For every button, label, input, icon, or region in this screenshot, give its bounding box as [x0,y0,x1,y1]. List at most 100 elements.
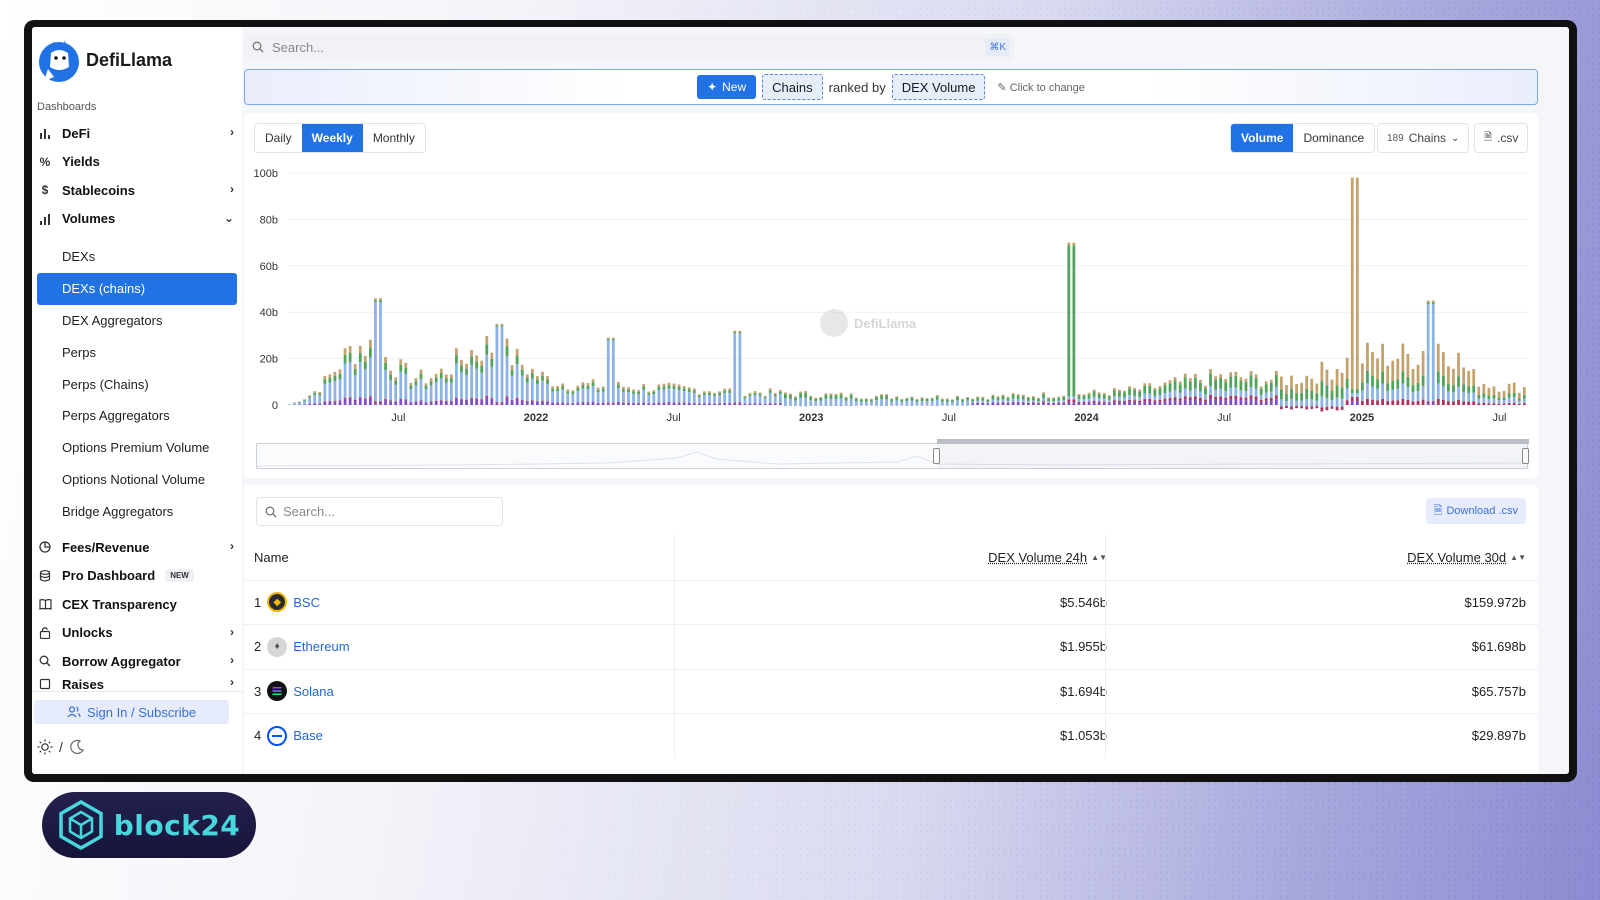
sidebar-item-raises[interactable]: Raises › [32,676,242,690]
bar-segment-base [1436,398,1440,405]
bar-segment-ethereum [399,371,403,400]
submenu-item-dexs-chains[interactable]: DEXs (chains) [37,272,237,305]
bar-segment-other [1259,401,1263,405]
bar-segment-bsc [530,368,534,374]
range-window[interactable] [937,439,1529,469]
bar-segment-solana [682,388,686,392]
metric-dex-volume-selector[interactable]: DEX Volume [891,74,986,100]
chevron-right-icon: › [230,675,234,689]
bar-segment-solana [1280,389,1283,400]
submenu-item-options-premium[interactable]: Options Premium Volume [37,432,237,464]
theme-toggle[interactable]: / [37,739,85,755]
bar-segment-ethereum [460,372,463,400]
bar-segment-ethereum [379,302,382,402]
chain-link[interactable]: Ethereum [293,639,349,654]
bar-segment-solana [1047,398,1050,402]
bar-segment-other [1097,402,1101,405]
sidebar-item-cex-transparency[interactable]: CEX Transparency [32,590,242,619]
sidebar-item-unlocks[interactable]: Unlocks › [32,619,242,648]
table-search-input[interactable]: Search... [256,497,503,526]
logo[interactable]: DefiLlama [38,37,172,83]
sidebar-item-defi[interactable]: DeFi › [32,119,242,148]
chain-link[interactable]: Base [293,728,323,743]
row-rank: 4 [254,728,262,744]
bar-segment-ethereum [490,366,494,399]
submenu-item-dexs[interactable]: DEXs [37,241,237,273]
bar-segment-bsc [606,337,610,339]
bar-segment-other [996,402,1000,405]
bar-segment-base [1290,406,1293,410]
bar-segment-bsc [1057,396,1061,398]
sun-icon[interactable] [37,739,53,755]
range-handle-left[interactable] [933,448,940,464]
bar-segment-ethereum [419,379,423,401]
bar-segment-solana [455,355,458,364]
bar-segment-other [353,400,357,405]
bar-segment-ethereum [1472,392,1476,402]
volume-chart[interactable]: 020b40b60b80b100b Jul 2022 Jul 2023 Jul 2024 J… [244,113,1538,478]
sidebar-item-pro-dashboard[interactable]: Pro Dashboard NEW [32,562,242,591]
bar-segment-other [546,401,549,405]
chain-link[interactable]: Solana [293,684,333,699]
table-row[interactable]: 4 Base $1.053b $29.897b [244,713,1538,758]
download-csv-button[interactable]: 🗎 Download .csv [1425,498,1526,524]
bar-segment-base [1441,399,1445,405]
bar-segment-bsc [723,388,727,391]
bar-segment-other [480,400,484,405]
bar-segment-ethereum [890,401,894,406]
metric-chains-selector[interactable]: Chains [762,74,823,100]
table-row[interactable]: 3 Solana $1.694b $65.757b [244,668,1538,713]
chain-link[interactable]: BSC [293,595,320,610]
bar-segment-solana [1512,392,1516,398]
ethereum-icon: ♦ [267,636,288,657]
bar-segment-other [662,402,666,405]
submenu-item-options-notional[interactable]: Options Notional Volume [37,464,237,496]
bar-segment-bsc [368,339,372,348]
bar-segment-ethereum [586,388,590,403]
global-search-input[interactable]: Search... ⌘K [244,34,1014,60]
bar-segment-base [449,401,453,402]
sidebar-item-stablecoins[interactable]: $ Stablecoins › [32,176,242,205]
sidebar-item-volumes[interactable]: Volumes ⌄ [32,205,242,234]
bar-segment-ethereum [1295,400,1298,407]
bar-segment-base [1188,397,1192,401]
submenu-item-bridge-aggregators[interactable]: Bridge Aggregators [37,495,237,527]
bar-segment-ethereum [389,379,392,401]
bar-segment-ethereum [1234,387,1238,396]
bar-segment-ethereum [1128,395,1131,400]
y-tick-label: 80b [260,214,278,226]
bar-segment-base [1148,398,1152,402]
bar-segment-ethereum [1457,386,1460,400]
dollar-icon: $ [41,183,49,197]
bar-segment-ethereum [404,374,408,400]
bar-segment-bsc [1462,367,1465,385]
submenu-item-dex-aggregators[interactable]: DEX Aggregators [37,305,237,337]
range-handle-right[interactable] [1522,448,1529,464]
table-row[interactable]: 2 ♦ Ethereum $1.955b $61.698b [244,624,1538,669]
bar-segment-base [591,401,595,403]
moon-icon[interactable] [69,739,85,755]
range-selector[interactable] [256,439,1530,469]
submenu-item-perps-aggregators[interactable]: Perps Aggregators [37,400,237,432]
bar-segment-ethereum [1148,393,1152,399]
bar-segment-ethereum [348,361,352,398]
sidebar-item-yields[interactable]: % Yields [32,148,242,177]
header-name[interactable]: Name [254,535,289,580]
signin-button[interactable]: Sign In / Subscribe [34,700,229,724]
bar-segment-other [343,398,347,405]
header-volume-30d[interactable]: DEX Volume 30d ▲▼ [1407,535,1526,580]
table-row[interactable]: 1 ◆ BSC $5.546b $159.972b [244,579,1538,624]
bar-segment-ethereum [905,401,909,406]
sidebar-item-fees-revenue[interactable]: Fees/Revenue › [32,533,242,562]
submenu-item-perps-chains[interactable]: Perps (Chains) [37,368,237,400]
submenu-item-perps[interactable]: Perps [37,336,237,368]
bar-segment-base [1193,396,1197,400]
sidebar-item-borrow-aggregator[interactable]: Borrow Aggregator › [32,647,242,676]
bar-segment-ethereum [1300,400,1304,407]
bar-segment-bsc [703,391,706,394]
sidebar-item-label: Stablecoins [62,182,135,198]
new-button[interactable]: ✦ New [697,75,757,99]
bar-segment-other [419,401,423,405]
bar-segment-bsc [1214,376,1217,380]
header-volume-24h[interactable]: DEX Volume 24h ▲▼ [988,535,1107,580]
